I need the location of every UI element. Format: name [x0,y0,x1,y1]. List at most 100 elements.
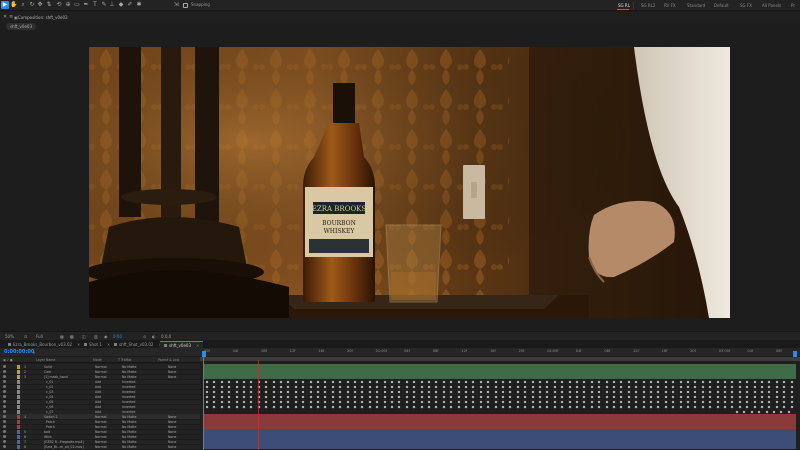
keyframe-marker[interactable] [627,395,631,399]
keyframe-marker[interactable] [405,395,409,399]
visibility-eye-icon[interactable] [3,430,6,433]
clone-stamp-tool-icon[interactable]: ⊥ [108,1,116,9]
keyframe-marker[interactable] [508,385,512,389]
keyframe-marker[interactable] [235,385,239,389]
keyframe-marker[interactable] [590,380,594,384]
keyframe-marker[interactable] [538,395,542,399]
keyframe-marker[interactable] [745,385,749,389]
keyframe-marker[interactable] [479,400,483,404]
keyframe-marker[interactable] [420,395,424,399]
keyframe-marker[interactable] [442,405,446,409]
keyframe-marker[interactable] [553,385,557,389]
keyframe-marker[interactable] [486,395,490,399]
keyframe-marker[interactable] [664,380,668,384]
keyframe-marker[interactable] [597,400,601,404]
keyframe-marker[interactable] [582,385,586,389]
keyframe-marker[interactable] [427,400,431,404]
keyframe-marker[interactable] [605,400,609,404]
keyframe-marker[interactable] [553,405,557,409]
keyframe-marker[interactable] [508,400,512,404]
keyframe-marker[interactable] [597,395,601,399]
keyframe-marker[interactable] [309,400,313,404]
keyframe-marker[interactable] [316,405,320,409]
keyframe-marker[interactable] [294,385,298,389]
visibility-eye-icon[interactable] [3,435,6,438]
keyframe-marker[interactable] [353,400,357,404]
keyframe-marker[interactable] [346,400,350,404]
keyframe-marker[interactable] [494,385,498,389]
keyframe-marker[interactable] [309,380,313,384]
keyframe-marker[interactable] [775,390,779,394]
keyframe-marker[interactable] [501,400,505,404]
pen-tool-icon[interactable]: ✒ [82,1,90,9]
keyframe-marker[interactable] [338,390,342,394]
keyframe-marker[interactable] [590,390,594,394]
keyframe-marker[interactable] [656,390,660,394]
keyframe-marker[interactable] [294,395,298,399]
keyframe-marker[interactable] [701,380,705,384]
keyframe-marker[interactable] [782,380,786,384]
keyframe-marker[interactable] [619,400,623,404]
keyframe-marker[interactable] [242,380,246,384]
keyframe-marker[interactable] [449,405,453,409]
keyframe-marker[interactable] [464,405,468,409]
keyframe-marker[interactable] [434,400,438,404]
keyframe-marker[interactable] [212,395,216,399]
keyframe-marker[interactable] [708,390,712,394]
keyframe-marker[interactable] [272,405,276,409]
keyframe-marker[interactable] [679,405,683,409]
keyframe-marker[interactable] [693,380,697,384]
mask-visibility-icon[interactable]: ◫ [82,334,86,339]
keyframe-marker[interactable] [242,395,246,399]
keyframe-marker[interactable] [701,405,705,409]
eraser-tool-icon[interactable]: ◆ [117,1,125,9]
keyframe-marker[interactable] [412,395,416,399]
keyframe-marker[interactable] [205,380,209,384]
keyframe-marker[interactable] [220,385,224,389]
keyframe-marker[interactable] [205,405,209,409]
keyframe-marker[interactable] [501,405,505,409]
keyframe-marker[interactable] [368,405,372,409]
keyframe-marker[interactable] [471,400,475,404]
parent-dropdown[interactable]: None [168,445,176,449]
current-time-display[interactable]: 0:00:00:00 [4,349,34,355]
keyframe-marker[interactable] [353,395,357,399]
composition-panel-title[interactable]: Composition: shft_v0e03 [18,15,68,20]
keyframe-marker[interactable] [686,405,690,409]
keyframe-marker[interactable] [671,405,675,409]
keyframe-marker[interactable] [249,380,253,384]
keyframe-marker[interactable] [656,400,660,404]
keyframe-marker[interactable] [309,395,313,399]
keyframe-marker[interactable] [397,395,401,399]
keyframe-marker[interactable] [757,410,761,414]
keyframe-marker[interactable] [760,385,764,389]
keyframe-marker[interactable] [412,400,416,404]
keyframe-marker[interactable] [553,395,557,399]
keyframe-marker[interactable] [775,380,779,384]
keyframe-marker[interactable] [235,395,239,399]
keyframe-marker[interactable] [368,400,372,404]
keyframe-marker[interactable] [479,380,483,384]
keyframe-marker[interactable] [457,395,461,399]
keyframe-marker[interactable] [553,390,557,394]
keyframe-marker[interactable] [767,380,771,384]
keyframe-marker[interactable] [346,390,350,394]
keyframe-marker[interactable] [338,400,342,404]
keyframe-marker[interactable] [671,400,675,404]
keyframe-marker[interactable] [738,400,742,404]
keyframe-marker[interactable] [597,385,601,389]
visibility-eye-icon[interactable] [3,415,6,418]
keyframe-marker[interactable] [383,400,387,404]
keyframe-marker[interactable] [634,405,638,409]
trkmat-dropdown[interactable]: No Matte [122,445,137,449]
keyframe-marker[interactable] [338,385,342,389]
keyframe-marker[interactable] [220,400,224,404]
grid-icon[interactable]: ▥ [94,334,98,339]
keyframe-marker[interactable] [449,400,453,404]
keyframe-marker[interactable] [575,380,579,384]
keyframe-marker[interactable] [634,380,638,384]
keyframe-marker[interactable] [545,390,549,394]
keyframe-marker[interactable] [405,380,409,384]
layer-tracks[interactable] [200,362,800,450]
keyframe-marker[interactable] [664,390,668,394]
